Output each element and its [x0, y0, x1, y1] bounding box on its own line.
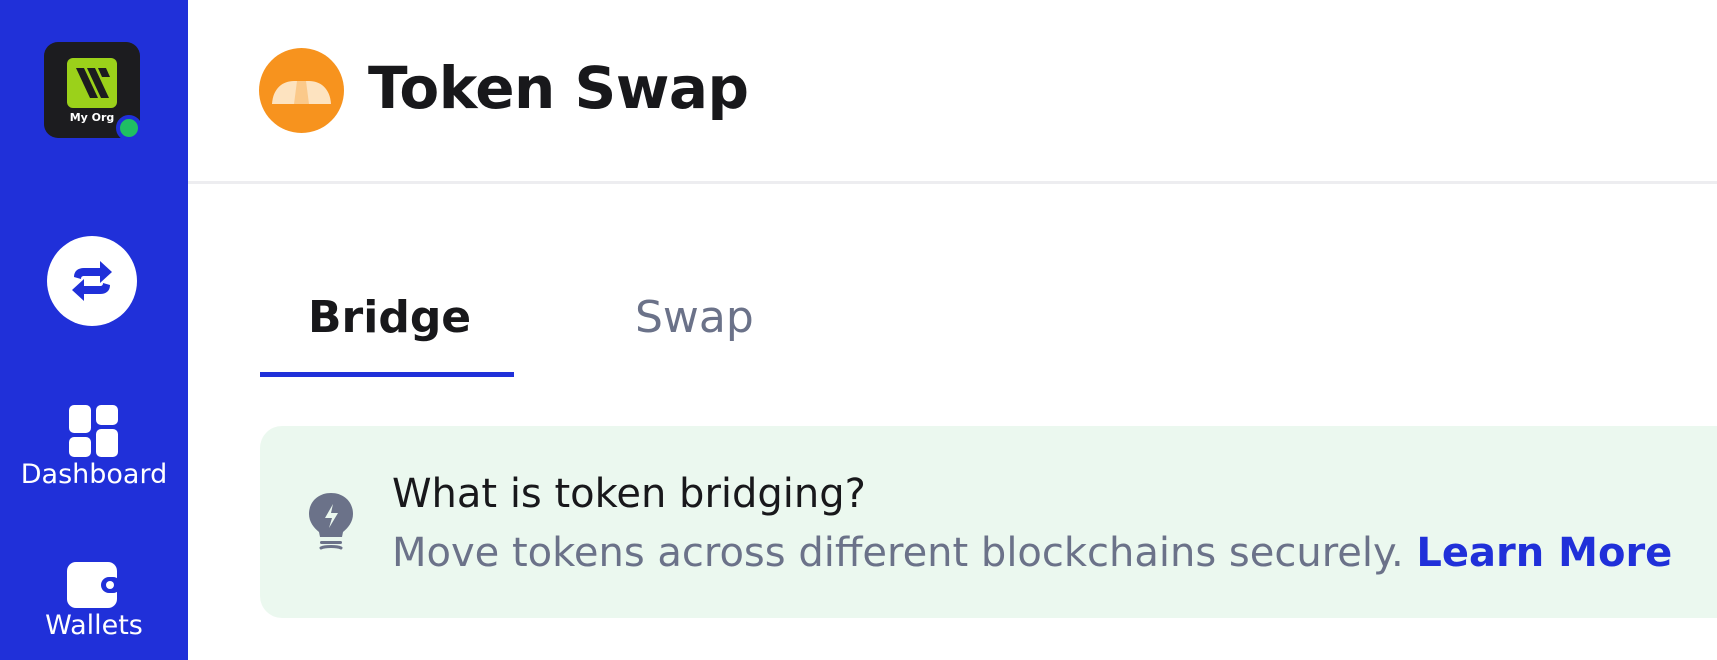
org-mark-icon: [67, 58, 117, 108]
sidebar-item-label: Dashboard: [20, 459, 168, 490]
tab-bridge[interactable]: Bridge: [308, 292, 471, 343]
lightbulb-icon: [309, 493, 353, 550]
info-callout: What is token bridging? Move tokens acro…: [260, 426, 1717, 618]
sidebar: My Org Dashboard Wallets: [0, 0, 188, 660]
page-title: Token Swap: [368, 54, 749, 122]
online-status-indicator: [116, 115, 142, 141]
info-description: Move tokens across different blockchains…: [392, 530, 1404, 576]
sidebar-item-dashboard[interactable]: Dashboard: [0, 405, 188, 490]
nav-token-swap[interactable]: [47, 236, 137, 326]
sidebar-item-label: Wallets: [45, 610, 143, 641]
page-header: Token Swap: [188, 0, 1717, 184]
learn-more-link[interactable]: Learn More: [1416, 530, 1672, 576]
info-body: Move tokens across different blockchains…: [392, 530, 1672, 576]
active-tab-indicator: [260, 372, 514, 377]
wallet-icon: [67, 562, 121, 608]
dashboard-icon: [69, 405, 118, 457]
sidebar-item-wallets[interactable]: Wallets: [0, 562, 188, 641]
tab-swap[interactable]: Swap: [635, 292, 754, 343]
info-heading: What is token bridging?: [392, 471, 866, 517]
swap-arrows-icon: [72, 261, 112, 301]
token-swap-logo-icon: [259, 48, 344, 133]
